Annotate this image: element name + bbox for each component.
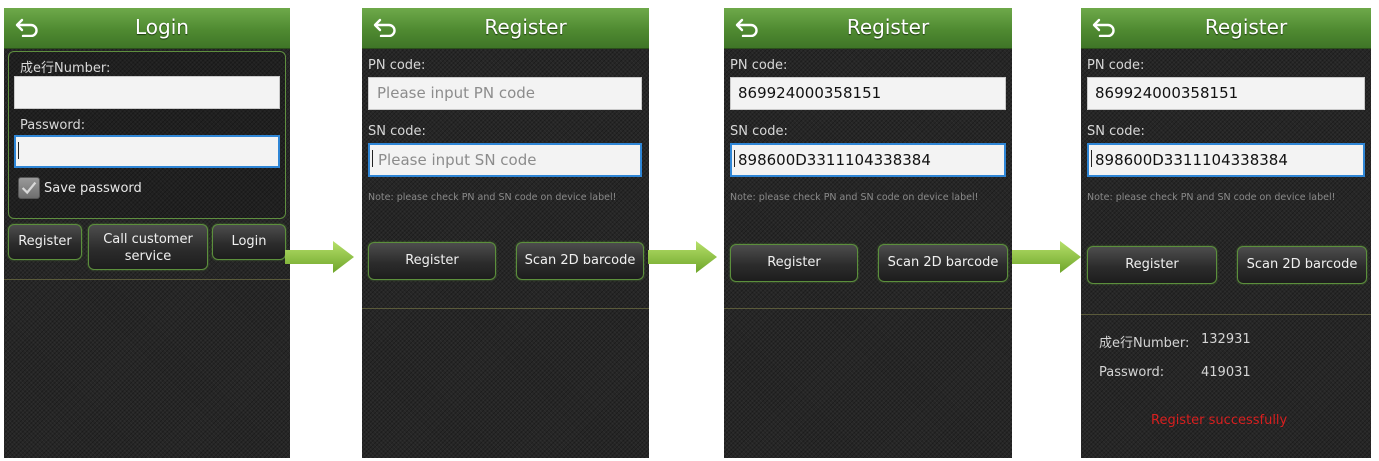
page-title: Register <box>484 15 567 39</box>
sn-code-input[interactable]: 898600D3311104338384 <box>730 143 1006 177</box>
register-button[interactable]: Register <box>730 244 858 282</box>
register-screen-filled: Register PN code: 869924000358151 SN cod… <box>724 8 1012 458</box>
result-number-label: 成e行Number: <box>1099 336 1190 351</box>
sn-code-label: SN code: <box>1087 124 1145 139</box>
register-screen-empty: Register PN code: Please input PN code S… <box>362 8 649 458</box>
back-arrow-icon[interactable] <box>1091 17 1117 37</box>
pn-code-label: PN code: <box>730 58 788 73</box>
note-text: Note: please check PN and SN code on dev… <box>368 192 617 203</box>
sn-code-label: SN code: <box>368 124 426 139</box>
register-title-bar: Register <box>1081 8 1371 49</box>
sn-code-label: SN code: <box>730 124 788 139</box>
sn-code-input[interactable]: 898600D3311104338384 <box>1087 143 1365 177</box>
register-success-message: Register successfully <box>1151 413 1288 428</box>
note-text: Note: please check PN and SN code on dev… <box>1087 192 1336 203</box>
result-number-value: 132931 <box>1201 332 1251 347</box>
password-input[interactable] <box>14 135 280 168</box>
result-password-label: Password: <box>1099 365 1165 380</box>
divider <box>724 308 1012 309</box>
pn-code-input[interactable]: 869924000358151 <box>730 77 1006 110</box>
note-text: Note: please check PN and SN code on dev… <box>730 192 979 203</box>
divider <box>362 308 649 309</box>
page-title: Login <box>135 15 189 39</box>
scan-2d-barcode-button[interactable]: Scan 2D barcode <box>1237 246 1367 284</box>
page-title: Register <box>1204 15 1288 39</box>
pn-code-label: PN code: <box>368 58 426 73</box>
divider <box>1081 314 1371 315</box>
back-arrow-icon[interactable] <box>734 17 760 37</box>
register-button[interactable]: Register <box>368 242 496 280</box>
back-arrow-icon[interactable] <box>372 17 398 37</box>
number-label: 成e行Number: <box>20 61 111 76</box>
number-input[interactable] <box>14 76 280 109</box>
right-arrow-icon <box>285 241 354 273</box>
sn-code-input[interactable]: Please input SN code <box>368 143 642 177</box>
register-button[interactable]: Register <box>8 224 82 260</box>
login-title-bar: Login <box>4 8 290 49</box>
register-title-bar: Register <box>724 8 1012 49</box>
checkmark-icon <box>21 181 37 195</box>
scan-2d-barcode-button[interactable]: Scan 2D barcode <box>878 244 1008 282</box>
register-button[interactable]: Register <box>1087 246 1217 284</box>
pn-code-input[interactable]: Please input PN code <box>368 77 642 110</box>
password-label: Password: <box>20 118 86 133</box>
divider <box>4 279 290 280</box>
result-password-value: 419031 <box>1201 365 1251 380</box>
page-title: Register <box>846 15 930 39</box>
call-customer-service-button[interactable]: Call customer service <box>88 224 208 270</box>
scan-2d-barcode-button[interactable]: Scan 2D barcode <box>516 242 644 280</box>
register-screen-success: Register PN code: 869924000358151 SN cod… <box>1081 8 1371 458</box>
right-arrow-icon <box>1012 241 1081 273</box>
login-screen: Login 成e行Number: Password: Save password… <box>4 8 290 458</box>
login-button[interactable]: Login <box>212 224 286 260</box>
save-password-checkbox[interactable] <box>18 177 40 199</box>
register-title-bar: Register <box>362 8 649 49</box>
pn-code-input[interactable]: 869924000358151 <box>1087 77 1365 110</box>
pn-code-label: PN code: <box>1087 58 1145 73</box>
right-arrow-icon <box>648 241 717 273</box>
save-password-label: Save password <box>44 181 142 196</box>
